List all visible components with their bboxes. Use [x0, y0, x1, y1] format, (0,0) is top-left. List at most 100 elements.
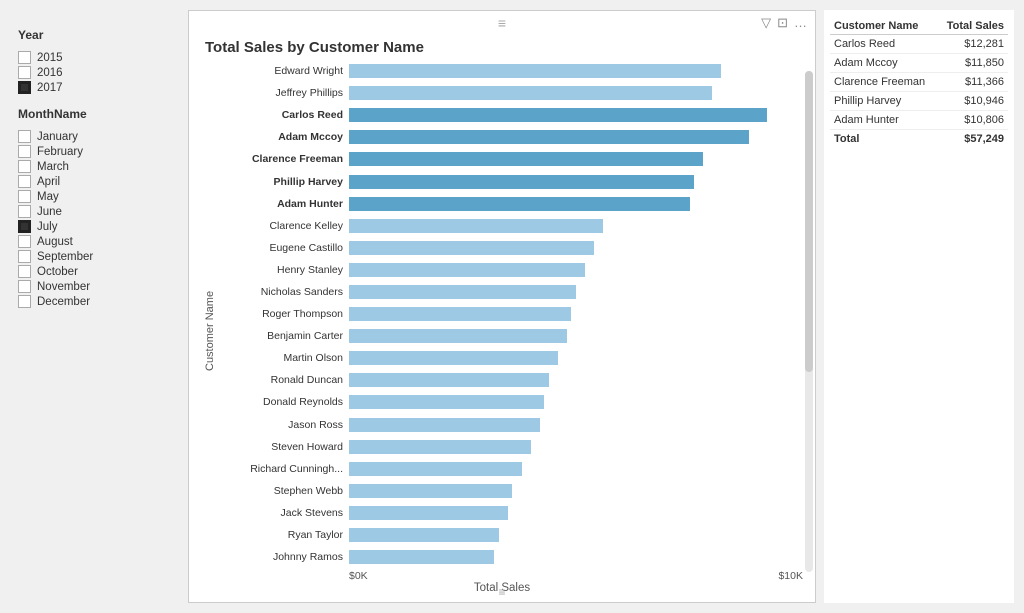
month-label: November [37, 281, 90, 293]
year-checkbox[interactable] [18, 81, 31, 94]
month-checkbox[interactable] [18, 235, 31, 248]
bar-row: Stephen Webb [219, 480, 803, 502]
expand-icon[interactable]: ⊡ [777, 15, 788, 31]
month-checkbox[interactable] [18, 190, 31, 203]
year-label: 2017 [37, 82, 63, 94]
month-filter-item[interactable]: October [18, 264, 172, 279]
bar-label: Jeffrey Phillips [219, 87, 349, 99]
bar-track [349, 462, 803, 476]
year-label: 2016 [37, 67, 63, 79]
bar-track [349, 108, 803, 122]
month-checkbox[interactable] [18, 280, 31, 293]
month-label: October [37, 266, 78, 278]
month-filter-item[interactable]: May [18, 189, 172, 204]
total-sales-cell: $10,946 [937, 92, 1008, 111]
bar-label: Richard Cunningh... [219, 463, 349, 475]
month-checkbox[interactable] [18, 175, 31, 188]
year-filter-item[interactable]: 2016 [18, 65, 172, 80]
year-filter-item[interactable]: 2017 [18, 80, 172, 95]
month-checkbox[interactable] [18, 160, 31, 173]
month-label: January [37, 131, 78, 143]
bar-label: Steven Howard [219, 441, 349, 453]
bar-fill [349, 130, 749, 144]
bar-label: Martin Olson [219, 352, 349, 364]
bar-row: Jack Stevens [219, 502, 803, 524]
bar-fill [349, 329, 567, 343]
year-checkbox[interactable] [18, 66, 31, 79]
month-label: May [37, 191, 59, 203]
bar-label: Carlos Reed [219, 109, 349, 121]
total-sales-cell: $12,281 [937, 35, 1008, 54]
bar-track [349, 418, 803, 432]
year-filter-item[interactable]: 2015 [18, 50, 172, 65]
bar-track [349, 263, 803, 277]
bar-fill [349, 373, 549, 387]
bar-fill [349, 241, 594, 255]
bar-row: Adam Mccoy [219, 126, 803, 148]
month-filter-item[interactable]: April [18, 174, 172, 189]
bar-row: Adam Hunter [219, 193, 803, 215]
bar-fill [349, 440, 531, 454]
table-row: Adam Mccoy$11,850 [830, 54, 1008, 73]
bar-row: Clarence Freeman [219, 148, 803, 170]
month-filter-item[interactable]: December [18, 294, 172, 309]
scrollbar-thumb[interactable] [805, 71, 813, 372]
table-row: Carlos Reed$12,281 [830, 35, 1008, 54]
month-label: April [37, 176, 60, 188]
x-axis-labels: $0K $10K [219, 570, 803, 582]
bar-label: Jason Ross [219, 419, 349, 431]
month-checkbox[interactable] [18, 220, 31, 233]
month-label: July [37, 221, 57, 233]
bar-chart-area: Customer Name Edward WrightJeffrey Phill… [201, 60, 803, 582]
bottom-resize-handle[interactable]: ≡ [498, 585, 505, 599]
bar-label: Donald Reynolds [219, 396, 349, 408]
month-filter-item[interactable]: February [18, 144, 172, 159]
total-sales-cell: $11,850 [937, 54, 1008, 73]
month-checkbox[interactable] [18, 145, 31, 158]
x-axis-min: $0K [349, 570, 368, 582]
month-checkbox[interactable] [18, 250, 31, 263]
bar-row: Donald Reynolds [219, 391, 803, 413]
bar-track [349, 219, 803, 233]
bar-row: Edward Wright [219, 60, 803, 82]
month-label: August [37, 236, 73, 248]
bar-track [349, 373, 803, 387]
month-filter-item[interactable]: January [18, 129, 172, 144]
month-filter-item[interactable]: August [18, 234, 172, 249]
bar-label: Adam Mccoy [219, 131, 349, 143]
bar-label: Stephen Webb [219, 485, 349, 497]
filter-icon[interactable]: ▽ [761, 15, 771, 31]
total-label: Total [830, 130, 937, 149]
bar-track [349, 64, 803, 78]
table-body: Carlos Reed$12,281Adam Mccoy$11,850Clare… [830, 35, 1008, 149]
month-filter-item[interactable]: March [18, 159, 172, 174]
month-filter-item[interactable]: November [18, 279, 172, 294]
bar-row: Phillip Harvey [219, 170, 803, 192]
customer-name-cell: Adam Hunter [830, 111, 937, 130]
col-total-sales: Total Sales [937, 18, 1008, 35]
bar-row: Roger Thompson [219, 303, 803, 325]
month-checkbox[interactable] [18, 130, 31, 143]
month-checkbox[interactable] [18, 295, 31, 308]
month-filter-item[interactable]: July [18, 219, 172, 234]
bar-label: Edward Wright [219, 65, 349, 77]
bars-and-labels: Edward Wright Jeffrey Phillips Carlos Reed… [219, 60, 803, 582]
drag-handle-icon[interactable]: ≡ [498, 15, 506, 31]
bar-fill [349, 175, 694, 189]
chart-toolbar: ≡ ▽ ⊡ … [189, 11, 815, 35]
bar-label: Eugene Castillo [219, 242, 349, 254]
total-value: $57,249 [937, 130, 1008, 149]
month-checkbox[interactable] [18, 205, 31, 218]
bar-row: Ryan Taylor [219, 524, 803, 546]
more-icon[interactable]: … [794, 15, 807, 31]
month-filter-item[interactable]: June [18, 204, 172, 219]
bar-track [349, 528, 803, 542]
bar-row: Eugene Castillo [219, 237, 803, 259]
month-filter-item[interactable]: September [18, 249, 172, 264]
bar-fill [349, 263, 585, 277]
scrollbar-track[interactable] [805, 71, 813, 572]
bar-fill [349, 108, 767, 122]
month-checkbox[interactable] [18, 265, 31, 278]
year-checkbox[interactable] [18, 51, 31, 64]
bar-track [349, 484, 803, 498]
